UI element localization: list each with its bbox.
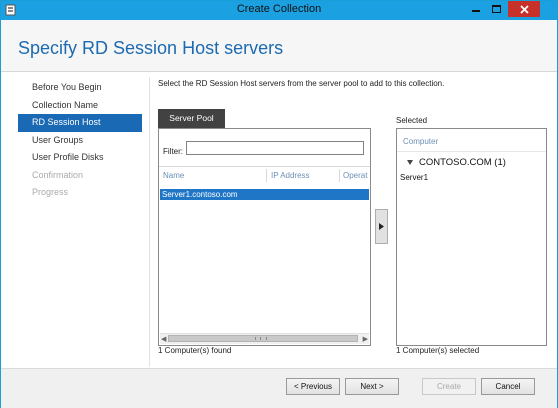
sidebar-divider bbox=[149, 77, 150, 367]
column-ip-address[interactable]: IP Address bbox=[271, 171, 310, 180]
horizontal-scrollbar[interactable]: ◀ ▶ bbox=[160, 333, 369, 344]
selected-servers-panel: Computer CONTOSO.COM (1) Server1 bbox=[396, 128, 547, 346]
filter-label: Filter: bbox=[163, 147, 183, 156]
previous-button[interactable]: < Previous bbox=[286, 378, 340, 395]
cancel-button[interactable]: Cancel bbox=[481, 378, 535, 395]
step-confirmation: Confirmation bbox=[32, 169, 84, 180]
tab-server-pool[interactable]: Server Pool bbox=[158, 109, 225, 128]
title-bar[interactable]: Create Collection bbox=[1, 1, 557, 20]
filter-input[interactable] bbox=[186, 141, 364, 155]
wizard-steps: Before You Begin Collection Name RD Sess… bbox=[18, 79, 142, 202]
step-collection-name[interactable]: Collection Name bbox=[18, 97, 142, 115]
add-to-selected-button[interactable] bbox=[375, 209, 388, 244]
column-name[interactable]: Name bbox=[163, 171, 184, 180]
domain-group-label: CONTOSO.COM (1) bbox=[419, 157, 506, 168]
domain-group[interactable]: CONTOSO.COM (1) bbox=[407, 157, 506, 168]
selected-server-item[interactable]: Server1 bbox=[400, 173, 428, 182]
wizard-footer: < Previous Next > Create Cancel bbox=[1, 368, 557, 408]
close-icon bbox=[519, 4, 529, 14]
scroll-right-icon[interactable]: ▶ bbox=[363, 335, 368, 343]
column-operating-system[interactable]: Operat bbox=[343, 171, 367, 180]
column-computer[interactable]: Computer bbox=[403, 137, 438, 146]
page-title: Specify RD Session Host servers bbox=[18, 38, 284, 58]
maximize-icon bbox=[492, 5, 501, 13]
instruction-text: Select the RD Session Host servers from … bbox=[158, 79, 445, 88]
step-user-groups[interactable]: User Groups bbox=[18, 132, 142, 150]
minimize-icon bbox=[471, 10, 480, 12]
create-button: Create bbox=[422, 378, 476, 395]
scrollbar-thumb[interactable] bbox=[168, 335, 358, 342]
next-button[interactable]: Next > bbox=[345, 378, 399, 395]
step-before-you-begin[interactable]: Before You Begin bbox=[18, 79, 142, 97]
maximize-button[interactable] bbox=[487, 1, 506, 17]
column-divider[interactable] bbox=[266, 169, 267, 182]
step-progress: Progress bbox=[32, 187, 69, 197]
close-button[interactable] bbox=[508, 1, 540, 17]
wizard-header: Specify RD Session Host servers bbox=[1, 20, 557, 71]
grip-icon bbox=[255, 337, 267, 340]
column-divider bbox=[397, 151, 546, 152]
computers-found-status: 1 Computer(s) found bbox=[158, 346, 232, 355]
collapse-arrow-icon[interactable] bbox=[407, 159, 413, 165]
scroll-left-icon[interactable]: ◀ bbox=[161, 335, 166, 343]
right-arrow-icon bbox=[379, 223, 384, 230]
server-list-header: Name IP Address Operat bbox=[159, 166, 370, 184]
header-divider bbox=[1, 71, 557, 72]
minimize-button[interactable] bbox=[466, 1, 485, 17]
server-pool-panel: Filter: Name IP Address Operat Server1.c… bbox=[158, 128, 371, 346]
server-row[interactable]: Server1.contoso.com bbox=[160, 189, 369, 200]
selected-label: Selected bbox=[396, 116, 428, 125]
step-rd-session-host[interactable]: RD Session Host bbox=[18, 114, 142, 132]
step-user-profile-disks[interactable]: User Profile Disks bbox=[18, 149, 142, 167]
computers-selected-status: 1 Computer(s) selected bbox=[396, 346, 480, 355]
create-collection-window: Create Collection Specify RD Session Hos… bbox=[0, 0, 558, 408]
column-divider[interactable] bbox=[339, 169, 340, 182]
